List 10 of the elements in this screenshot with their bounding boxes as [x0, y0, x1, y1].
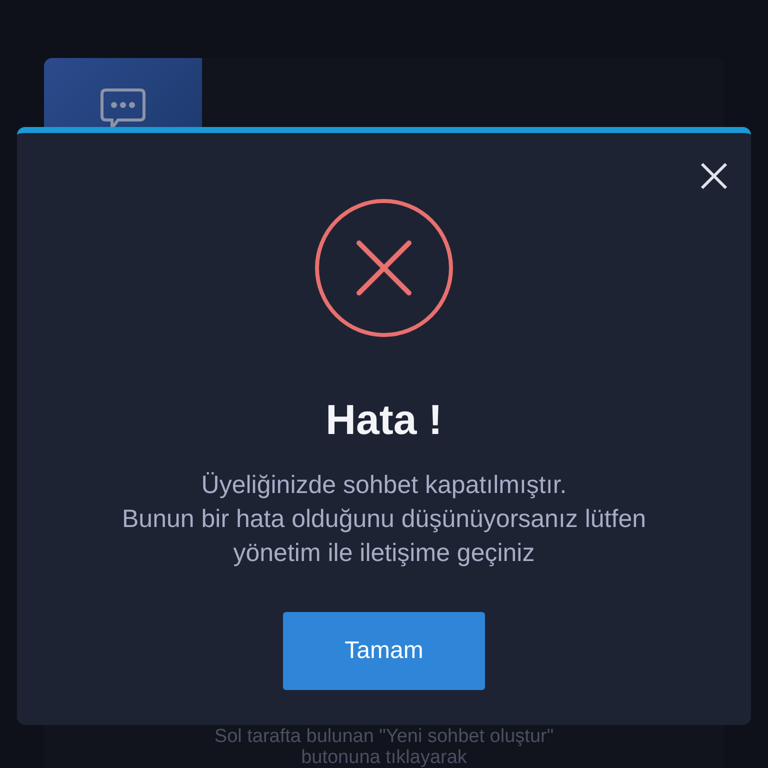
- message-text: Üyeliğinizde sohbet kapatılmıştır.: [201, 470, 567, 501]
- error-icon: [314, 198, 454, 338]
- hint-text: Sol tarafta bulunan "Yeni sohbet oluştur": [214, 726, 554, 747]
- ok-button[interactable]: Tamam: [283, 612, 485, 690]
- hint-text: butonuna tıklayarak: [301, 747, 467, 768]
- chat-bubble-icon: [100, 88, 146, 130]
- message-text: Bunun bir hata olduğunu düşünüyorsanız lütfen: [122, 504, 646, 535]
- dialog-title: Hata !: [326, 396, 442, 444]
- message-text: yönetim ile iletişime geçiniz: [233, 538, 535, 569]
- close-icon[interactable]: [699, 161, 729, 191]
